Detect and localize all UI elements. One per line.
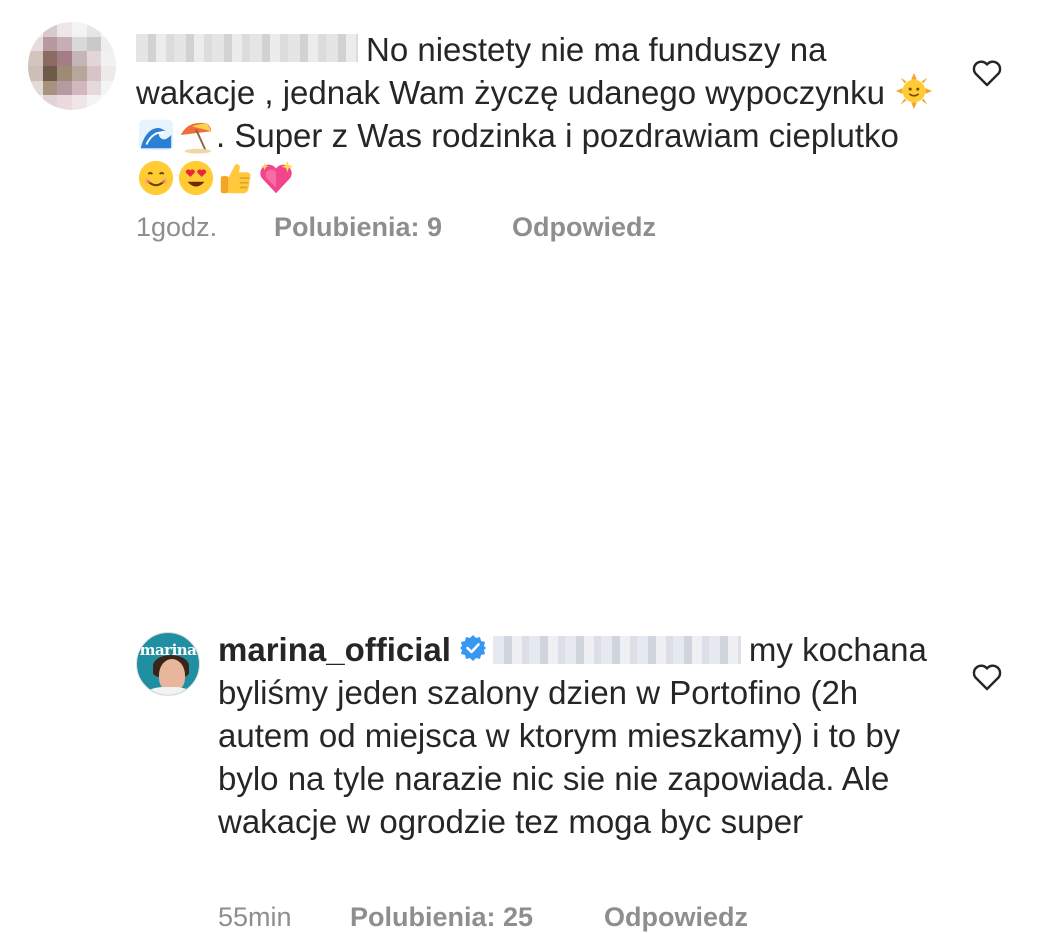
heart-eyes-face-icon — [178, 160, 214, 195]
sparkling-heart-icon — [260, 160, 294, 194]
thumbs-up-icon — [220, 163, 251, 194]
beach-umbrella-icon — [180, 122, 212, 154]
likes-count[interactable]: Polubienia: 25 — [350, 902, 533, 933]
reply-button[interactable]: Odpowiedz — [604, 902, 748, 933]
redacted-username[interactable] — [136, 34, 358, 63]
redacted-mention[interactable] — [492, 636, 741, 665]
comment-text-part-2: . Super z Was rodzinka i pozdrawiam ciep… — [216, 117, 899, 155]
avatar-shirt — [145, 687, 193, 695]
avatar[interactable] — [28, 22, 116, 110]
comment-1: No niestety nie ma funduszy na wakacje ,… — [0, 0, 1058, 270]
comment-text: No niestety nie ma funduszy na wakacje ,… — [136, 28, 948, 201]
username-link[interactable]: marina_official — [218, 631, 451, 668]
sun-with-face-icon — [896, 73, 933, 110]
smiling-face-icon — [138, 160, 174, 195]
like-heart-icon[interactable] — [971, 58, 1003, 88]
reply-button[interactable]: Odpowiedz — [512, 212, 656, 243]
likes-count[interactable]: Polubienia: 9 — [274, 212, 442, 243]
water-wave-icon — [138, 119, 174, 150]
verified-badge-icon — [459, 635, 486, 662]
comment-time[interactable]: 1godz. — [136, 212, 217, 243]
avatar[interactable]: marina — [136, 632, 200, 696]
comment-2: marina marina_official my kochana byliśm… — [0, 310, 1058, 932]
comment-time[interactable]: 55min — [218, 902, 292, 933]
comment-text: marina_official my kochana byliśmy jeden… — [218, 628, 948, 843]
like-heart-icon[interactable] — [971, 662, 1003, 692]
